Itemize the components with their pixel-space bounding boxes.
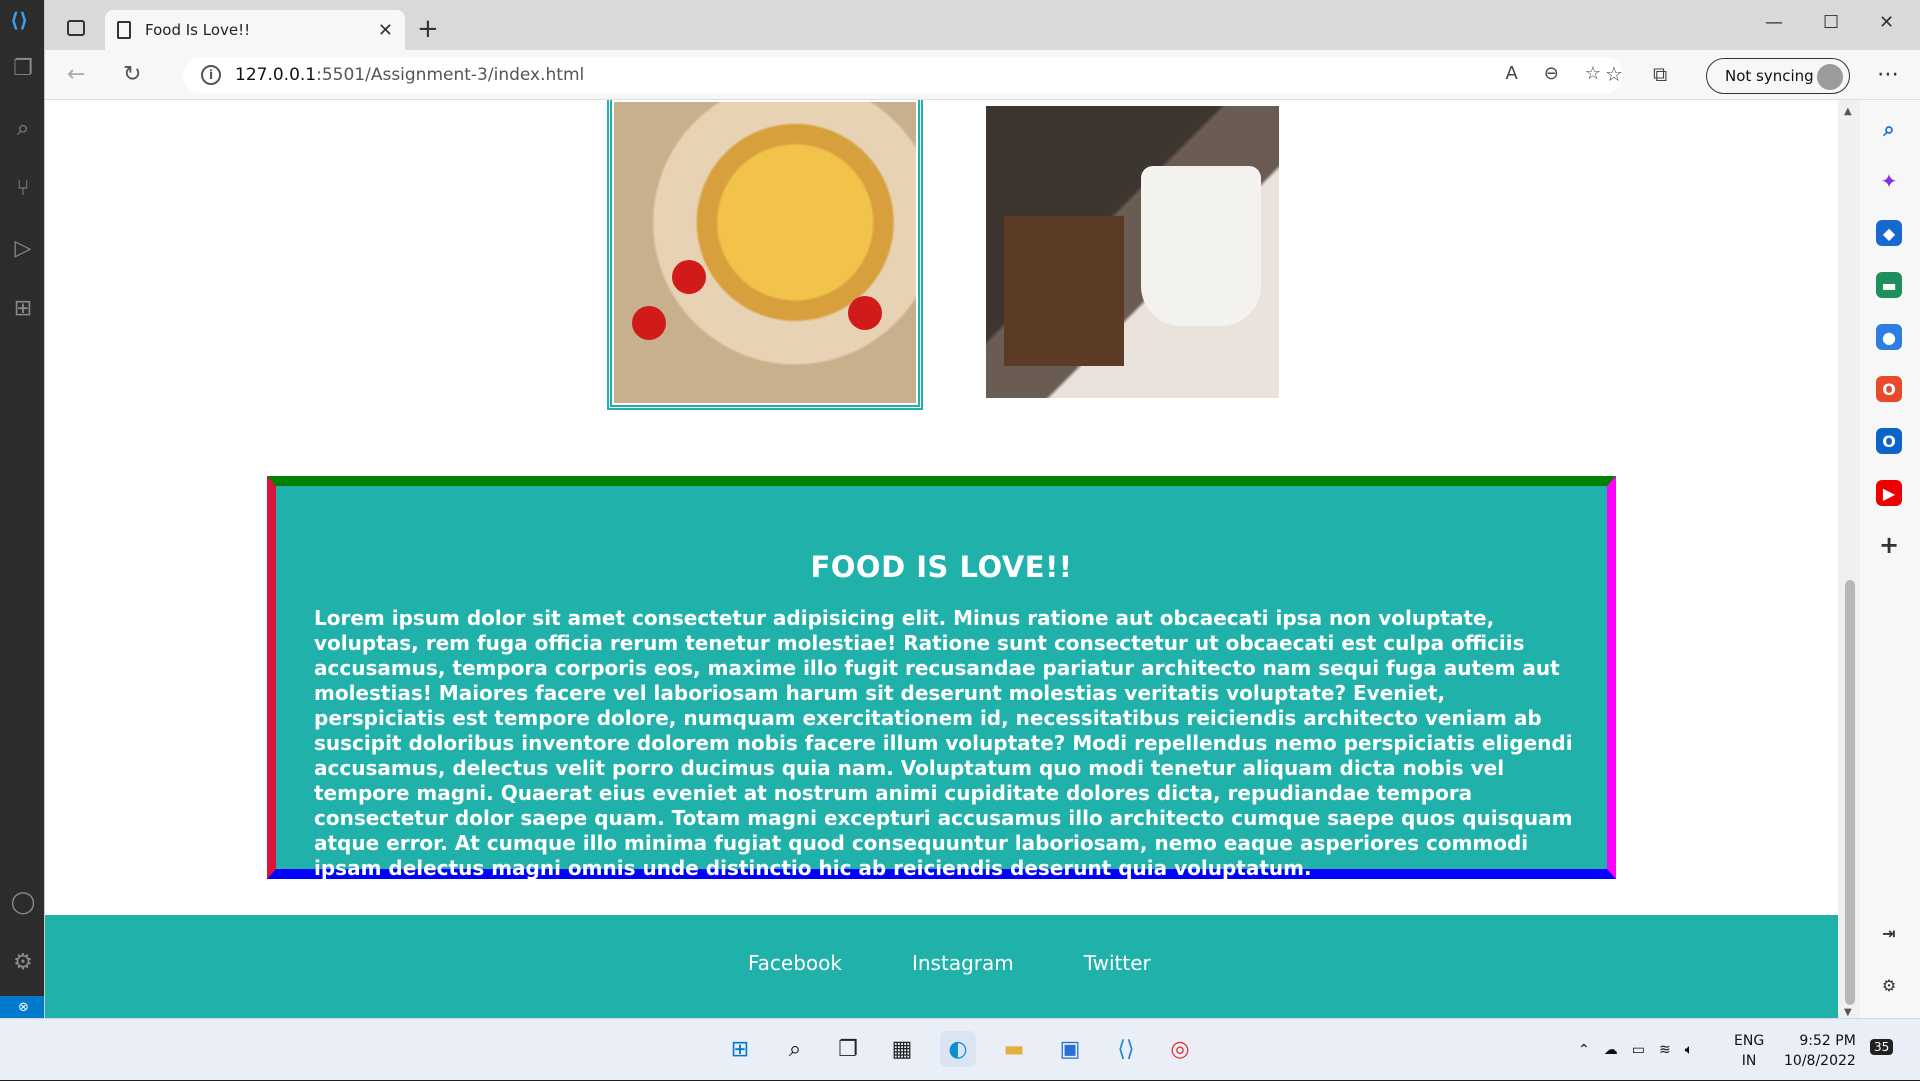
page-scrollbar[interactable]: ▲ ▼ bbox=[1838, 100, 1860, 1018]
wifi-icon[interactable]: ≋ bbox=[1659, 1042, 1671, 1058]
source-control-icon[interactable]: ⑂ bbox=[11, 176, 35, 201]
close-window-icon[interactable]: ✕ bbox=[1879, 12, 1894, 33]
pizza-image bbox=[607, 100, 923, 410]
footer-link-facebook[interactable]: Facebook bbox=[748, 951, 842, 975]
edge-icon[interactable]: ◐ bbox=[940, 1031, 976, 1067]
collections-icon[interactable]: ⧉ bbox=[1653, 62, 1667, 86]
onedrive-icon[interactable]: ☁ bbox=[1604, 1042, 1618, 1058]
explorer-icon[interactable]: ❐ bbox=[11, 56, 35, 81]
notification-badge[interactable]: 35 bbox=[1870, 1039, 1894, 1055]
date: 10/8/2022 bbox=[1784, 1053, 1856, 1069]
task-view-icon[interactable]: ❐ bbox=[830, 1031, 866, 1067]
tomato-shape bbox=[632, 306, 666, 340]
games-icon[interactable]: ● bbox=[1876, 324, 1902, 350]
tab-active[interactable]: Food Is Love!! ✕ bbox=[105, 10, 405, 50]
vscode-logo-icon: ⟨⟩ bbox=[10, 8, 29, 32]
minimize-icon[interactable]: — bbox=[1765, 12, 1783, 33]
language-indicator[interactable]: ENG IN bbox=[1734, 1031, 1764, 1071]
page-viewport: FOOD IS LOVE!! Lorem ipsum dolor sit ame… bbox=[45, 100, 1838, 1018]
region-code: IN bbox=[1741, 1053, 1757, 1069]
settings-gear-icon[interactable]: ⚙ bbox=[11, 950, 35, 975]
scroll-down-icon[interactable]: ▼ bbox=[1844, 1007, 1852, 1018]
start-icon[interactable]: ⊞ bbox=[722, 1031, 758, 1067]
tomato-shape bbox=[672, 260, 706, 294]
page-title: FOOD IS LOVE!! bbox=[810, 550, 1073, 584]
body-text: Lorem ipsum dolor sit amet consectetur a… bbox=[314, 606, 1573, 880]
url-path: :5501/Assignment-3/index.html bbox=[316, 65, 585, 85]
copilot-icon[interactable]: ✦ bbox=[1876, 168, 1902, 194]
extensions-icon[interactable]: ⊞ bbox=[11, 296, 35, 321]
refresh-icon[interactable]: ↻ bbox=[123, 62, 141, 87]
sidebar-settings-icon[interactable]: ⚙ bbox=[1876, 972, 1902, 998]
cake-coffee-image bbox=[986, 106, 1279, 398]
time: 9:52 PM bbox=[1799, 1033, 1856, 1049]
clock[interactable]: 9:52 PM 10/8/2022 bbox=[1784, 1031, 1856, 1071]
run-debug-icon[interactable]: ▷ bbox=[11, 236, 35, 261]
lang-code: ENG bbox=[1734, 1033, 1765, 1049]
volume-icon[interactable]: 🔈︎ bbox=[1685, 1042, 1693, 1058]
maximize-icon[interactable]: ☐ bbox=[1823, 12, 1839, 33]
widgets-icon[interactable]: ▦ bbox=[884, 1031, 920, 1067]
tools-icon[interactable]: ▬ bbox=[1876, 272, 1902, 298]
tab-actions-icon[interactable] bbox=[67, 20, 85, 36]
store-icon[interactable]: ▣ bbox=[1052, 1031, 1088, 1067]
profile-sync-button[interactable]: Not syncing bbox=[1706, 58, 1850, 94]
page-icon bbox=[117, 21, 131, 39]
outlook-icon[interactable]: O bbox=[1876, 428, 1902, 454]
office-icon[interactable]: O bbox=[1876, 376, 1902, 402]
avatar bbox=[1817, 64, 1843, 90]
more-menu-icon[interactable]: ⋯ bbox=[1877, 62, 1899, 87]
scroll-up-icon[interactable]: ▲ bbox=[1844, 106, 1852, 117]
add-sidebar-icon[interactable]: + bbox=[1876, 531, 1902, 559]
account-icon[interactable]: ◯ bbox=[11, 890, 36, 915]
browser-toolbar: ← ↻ i 127.0.0.1:5501/Assignment-3/index.… bbox=[45, 50, 1920, 100]
back-icon[interactable]: ← bbox=[67, 62, 85, 87]
search-sidebar-icon[interactable]: ⌕ bbox=[1876, 116, 1902, 142]
vscode-taskbar-icon[interactable]: ⟨⟩ bbox=[1108, 1031, 1144, 1067]
content-card: FOOD IS LOVE!! Lorem ipsum dolor sit ame… bbox=[267, 476, 1616, 880]
close-tab-icon[interactable]: ✕ bbox=[378, 20, 393, 41]
cake-shape bbox=[1004, 216, 1124, 366]
system-tray: ⌃ ☁ ▭ ≋ 🔈︎ bbox=[1578, 1019, 1693, 1081]
add-favorite-icon[interactable]: ☆ bbox=[1585, 63, 1601, 84]
hide-sidebar-icon[interactable]: ⇥ bbox=[1876, 920, 1902, 946]
footer-link-twitter[interactable]: Twitter bbox=[1084, 951, 1151, 975]
site-info-icon[interactable]: i bbox=[201, 65, 221, 85]
address-bar[interactable]: i 127.0.0.1:5501/Assignment-3/index.html… bbox=[183, 57, 1623, 93]
tomato-shape bbox=[848, 296, 882, 330]
favorites-icon[interactable]: ☆ bbox=[1605, 62, 1623, 86]
chrome-icon[interactable]: ◎ bbox=[1162, 1031, 1198, 1067]
search-icon[interactable]: ⌕ bbox=[11, 116, 35, 141]
windows-taskbar: ⊞ ⌕ ❐ ▦ ◐ ▬ ▣ ⟨⟩ ◎ ⌃ ☁ ▭ ≋ 🔈︎ ENG IN 9:5… bbox=[0, 1018, 1920, 1080]
browser-window: Food Is Love!! ✕ + — ☐ ✕ ← ↻ i 127.0.0.1… bbox=[44, 0, 1920, 1018]
zoom-icon[interactable]: ⊖ bbox=[1544, 63, 1559, 84]
footer: Facebook Instagram Twitter bbox=[45, 915, 1838, 1018]
taskbar-search-icon[interactable]: ⌕ bbox=[777, 1031, 813, 1067]
youtube-icon[interactable]: ▶ bbox=[1876, 480, 1902, 506]
vscode-activity-bar: ⟨⟩ ❐ ⌕ ⑂ ▷ ⊞ ◯ ⚙ bbox=[0, 0, 44, 1018]
new-tab-icon[interactable]: + bbox=[417, 14, 439, 44]
scroll-thumb[interactable] bbox=[1845, 580, 1855, 1005]
sync-label: Not syncing bbox=[1725, 67, 1814, 85]
battery-icon[interactable]: ▭ bbox=[1632, 1042, 1645, 1058]
error-icon[interactable]: ⊗ bbox=[18, 1000, 29, 1015]
url-host: 127.0.0.1 bbox=[235, 65, 317, 85]
footer-link-instagram[interactable]: Instagram bbox=[912, 951, 1014, 975]
tab-title: Food Is Love!! bbox=[145, 21, 251, 39]
tab-strip: Food Is Love!! ✕ + — ☐ ✕ bbox=[45, 0, 1920, 50]
pizza-photo bbox=[614, 102, 916, 403]
read-aloud-icon[interactable]: A bbox=[1505, 63, 1517, 84]
chevron-up-icon[interactable]: ⌃ bbox=[1578, 1042, 1590, 1058]
shopping-icon[interactable]: ◆ bbox=[1876, 220, 1902, 246]
edge-sidebar: ⌕ ✦ ◆ ▬ ● O O ▶ + ⇥ ⚙ bbox=[1860, 100, 1920, 1018]
cup-shape bbox=[1141, 166, 1261, 326]
file-explorer-icon[interactable]: ▬ bbox=[996, 1031, 1032, 1067]
